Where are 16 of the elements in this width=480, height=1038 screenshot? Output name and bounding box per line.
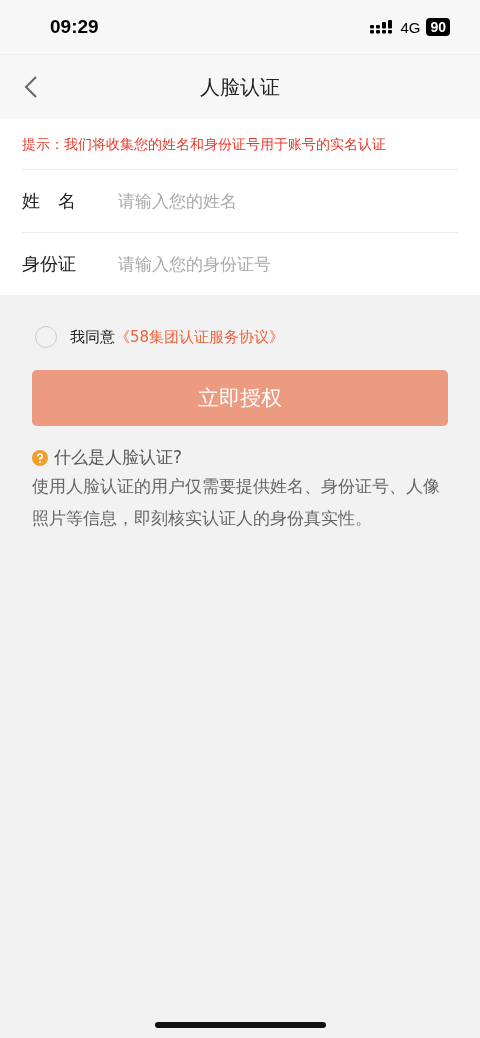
back-icon[interactable] bbox=[24, 75, 38, 99]
help-description: 使用人脸认证的用户仅需要提供姓名、身份证号、人像照片等信息，即刻核实认证人的身份真实性。 bbox=[32, 476, 441, 530]
battery-indicator: 90 bbox=[426, 18, 450, 36]
field-label: 姓 名 bbox=[22, 189, 77, 213]
input-field[interactable]: 请输入您的身份证号 bbox=[118, 250, 458, 278]
input-field[interactable]: 请输入您的姓名 bbox=[118, 187, 458, 215]
privacy-notice: 提示：我们将收集您的姓名和身份证号用于账号的实名认证 bbox=[22, 119, 458, 170]
status-time: 09:29 bbox=[50, 16, 99, 38]
network-label: 4G bbox=[400, 18, 421, 36]
agreement-text: 我同意 bbox=[70, 327, 115, 347]
agreement-link[interactable]: 《58集团认证服务协议》 bbox=[115, 327, 285, 347]
field-label: 身份证 bbox=[22, 252, 77, 276]
page-title: 人脸认证 bbox=[200, 73, 280, 101]
help-icon bbox=[32, 449, 48, 466]
signal-icon bbox=[370, 20, 395, 34]
help-title: 什么是人脸认证? bbox=[54, 446, 183, 469]
